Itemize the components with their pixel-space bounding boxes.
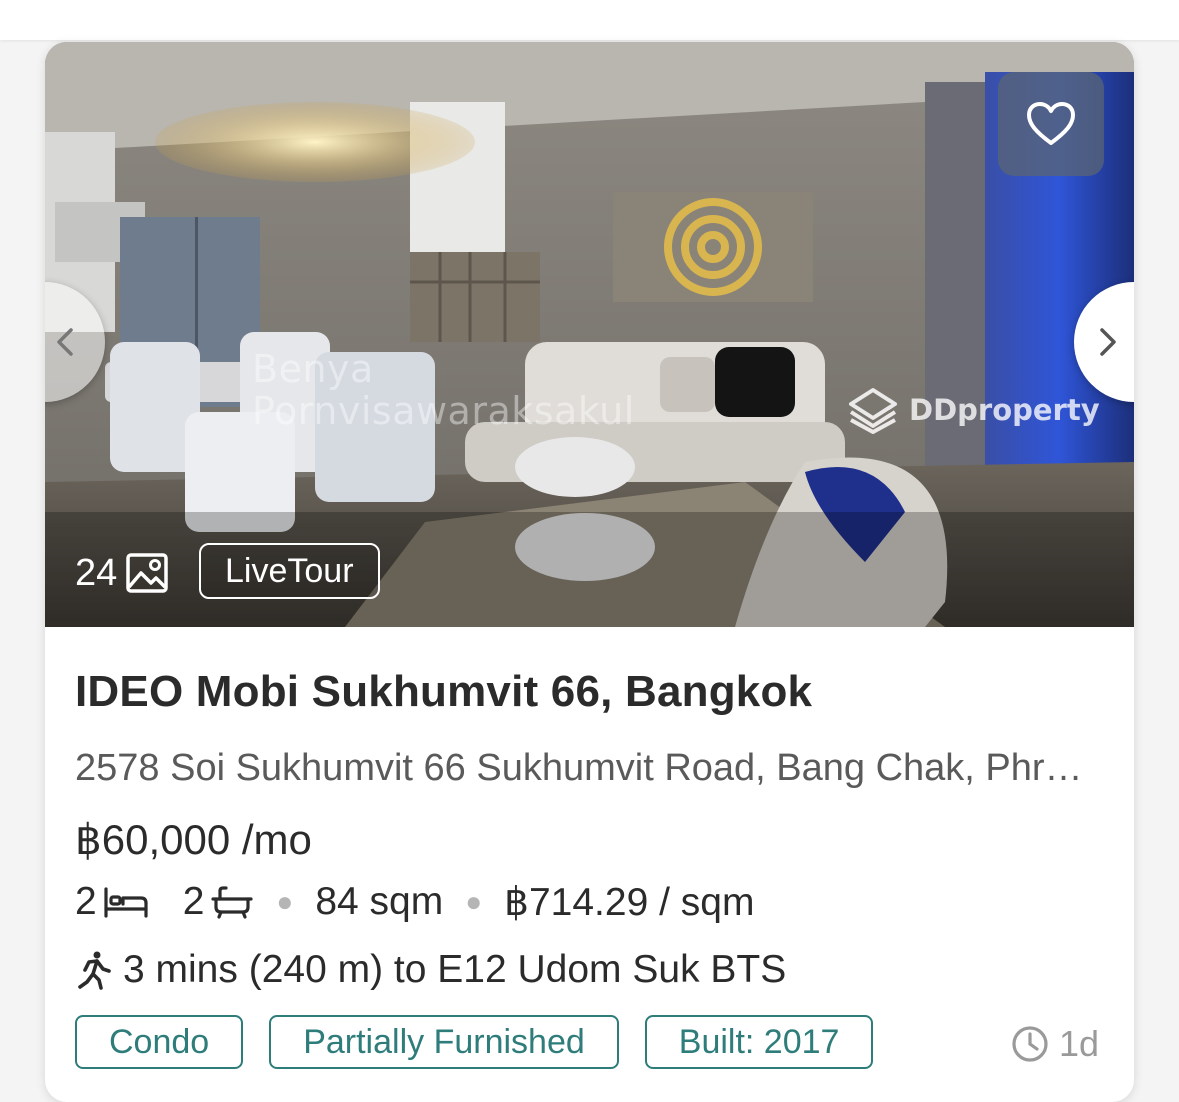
bathtub-icon: [211, 886, 254, 919]
bed-icon: [104, 887, 148, 918]
transit-info: 3 mins (240 m) to E12 Udom Suk BTS: [75, 945, 786, 995]
previous-card-edge: [0, 0, 1179, 40]
listing-card[interactable]: Benya Pornvisawaraksakul DDproperty 24 L…: [45, 42, 1134, 1102]
posted-time-text: 1d: [1059, 1023, 1100, 1064]
agent-watermark-line1: Benya: [252, 347, 374, 391]
chevron-right-icon: [1100, 328, 1116, 356]
listing-specs: 2 2 ● 84 sqm ● ฿714.29 / sqm: [75, 877, 754, 927]
listing-photo[interactable]: Benya Pornvisawaraksakul DDproperty 24 L…: [45, 42, 1134, 627]
listing-title[interactable]: IDEO Mobi Sukhumvit 66, Bangkok: [75, 667, 812, 717]
brand-watermark-text: DDproperty: [909, 393, 1100, 427]
tag-built-year: Built: 2017: [644, 1015, 874, 1069]
bath-count: 2: [182, 880, 205, 923]
chevron-left-icon: [57, 328, 73, 356]
live-tour-badge[interactable]: LiveTour: [199, 543, 380, 599]
bed-count: 2: [75, 880, 97, 923]
listing-price: ฿60,000 /mo: [75, 816, 312, 863]
floor-area: 84 sqm: [315, 880, 444, 923]
price-per-sqm: ฿714.29 / sqm: [504, 880, 755, 924]
agent-watermark-line2: Pornvisawaraksakul: [252, 389, 635, 433]
clock-icon: [1012, 1026, 1048, 1062]
listing-tags: Condo Partially Furnished Built: 2017: [75, 1015, 874, 1069]
photo-count-number: 24: [75, 551, 118, 594]
separator-dot: ●: [465, 886, 483, 917]
transit-text: 3 mins (240 m) to E12 Udom Suk BTS: [123, 948, 787, 991]
tag-condo: Condo: [75, 1015, 244, 1069]
brand-watermark: DDproperty: [845, 386, 1100, 434]
tag-furnishing: Partially Furnished: [269, 1015, 619, 1069]
image-icon: [126, 553, 169, 593]
posted-time: 1d: [1011, 1019, 1099, 1069]
room-photo-image: [45, 42, 1134, 627]
live-tour-label: LiveTour: [225, 551, 354, 590]
listing-address: 2578 Soi Sukhumvit 66 Sukhumvit Road, Ba…: [75, 747, 1085, 789]
photo-count[interactable]: 24: [75, 548, 169, 598]
walking-person-icon: [78, 951, 111, 990]
agent-watermark: Benya Pornvisawaraksakul: [252, 348, 712, 432]
heart-outline-icon: [1027, 102, 1075, 145]
separator-dot: ●: [276, 886, 294, 917]
favorite-button[interactable]: [998, 72, 1104, 176]
ddproperty-logo-icon: [849, 388, 897, 434]
